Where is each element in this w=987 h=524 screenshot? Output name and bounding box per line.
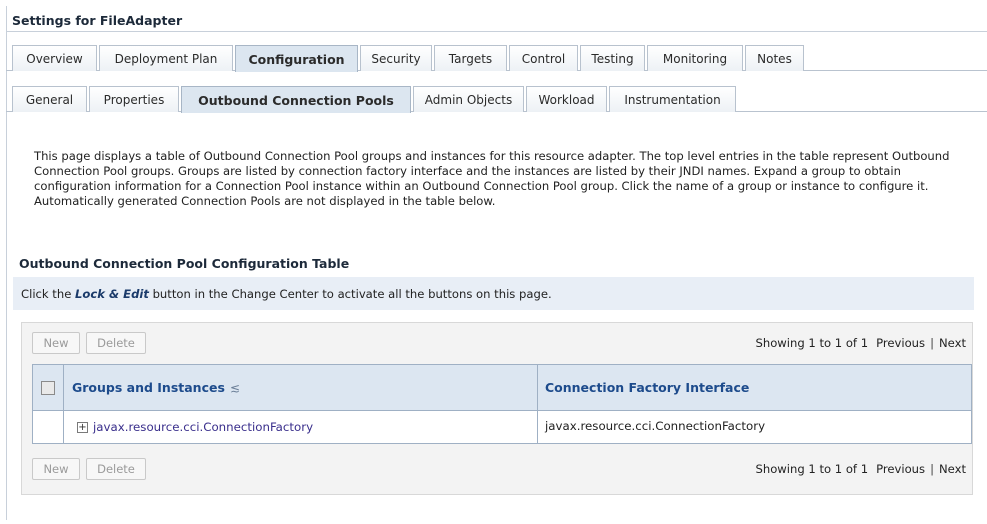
table-section-title: Outbound Connection Pool Configuration T… [19,256,350,271]
tab-outbound-connection-pools[interactable]: Outbound Connection Pools [181,86,411,113]
info-message: Click the Lock & Edit button in the Chan… [21,287,552,301]
new-button-top[interactable]: New [32,332,80,354]
change-center-info: Click the Lock & Edit button in the Chan… [13,277,974,310]
next-link[interactable]: Next [939,336,966,350]
new-button-bottom[interactable]: New [32,458,80,480]
pager-top: Showing 1 to 1 of 1 Previous | Next [755,336,966,350]
column-header-factory-interface[interactable]: Connection Factory Interface [545,380,749,395]
pager-separator: | [930,462,934,476]
column-divider [537,411,538,443]
next-link[interactable]: Next [939,462,966,476]
pager-showing: Showing 1 to 1 of 1 [755,336,869,350]
pager-separator: | [930,336,934,350]
previous-link[interactable]: Previous [876,336,925,350]
tab-monitoring[interactable]: Monitoring [647,45,743,71]
main-tab-bar: Overview Deployment Plan Configuration S… [6,38,987,72]
pager-showing: Showing 1 to 1 of 1 [755,462,869,476]
tab-notes[interactable]: Notes [745,45,804,71]
tab-testing[interactable]: Testing [580,45,645,71]
table-row: + javax.resource.cci.ConnectionFactory j… [32,411,972,444]
previous-link[interactable]: Previous [876,462,925,476]
select-all-checkbox[interactable] [41,381,55,395]
column-divider [63,411,64,443]
title-bar: Settings for FileAdapter [6,6,987,32]
pager-bottom: Showing 1 to 1 of 1 Previous | Next [755,462,966,476]
sub-tab-bar: General Properties Outbound Connection P… [6,79,987,113]
tab-general[interactable]: General [12,86,87,112]
column-header-groups-label: Groups and Instances [72,380,225,395]
tab-deployment-plan[interactable]: Deployment Plan [99,45,233,71]
page-title: Settings for FileAdapter [12,13,183,28]
tab-instrumentation[interactable]: Instrumentation [609,86,736,112]
lock-edit-reference: Lock & Edit [75,287,149,301]
info-suffix: button in the Change Center to activate … [148,287,552,301]
tab-targets[interactable]: Targets [434,45,507,71]
tab-configuration[interactable]: Configuration [235,45,358,72]
column-header-groups[interactable]: Groups and Instances ≲ [72,380,240,395]
tab-control[interactable]: Control [509,45,578,71]
factory-interface-cell: javax.resource.cci.ConnectionFactory [545,419,766,433]
delete-button-bottom[interactable]: Delete [86,458,146,480]
column-divider [537,365,538,410]
group-link[interactable]: javax.resource.cci.ConnectionFactory [93,420,313,434]
sort-ascending-icon[interactable]: ≲ [230,381,240,395]
connection-pool-table-panel: New Delete Showing 1 to 1 of 1 Previous … [21,322,973,495]
tab-security[interactable]: Security [360,45,432,71]
page-description: This page displays a table of Outbound C… [34,149,950,208]
column-divider [63,365,64,410]
tab-properties[interactable]: Properties [89,86,179,112]
tab-admin-objects[interactable]: Admin Objects [413,86,524,112]
info-prefix: Click the [21,287,76,301]
tab-workload[interactable]: Workload [526,86,607,112]
tab-overview[interactable]: Overview [12,45,97,71]
table-header: Groups and Instances ≲ Connection Factory… [32,364,972,411]
expand-icon[interactable]: + [77,422,88,433]
delete-button-top[interactable]: Delete [86,332,146,354]
